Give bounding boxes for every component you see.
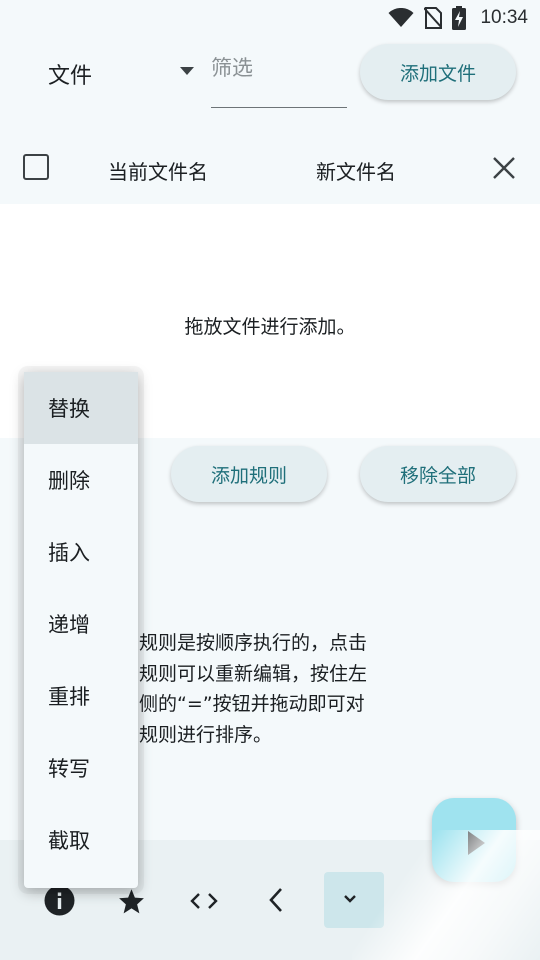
status-bar: 10:34 — [0, 0, 540, 36]
file-table-header: 当前文件名 新文件名 — [0, 132, 540, 204]
menu-item-increment[interactable]: 递增 — [24, 588, 138, 660]
add-rule-button[interactable]: 添加规则 — [171, 446, 327, 502]
menu-item-insert[interactable]: 插入 — [24, 516, 138, 588]
type-select[interactable]: 文件 — [48, 58, 92, 90]
rules-help-line: 侧的“=”按钮并拖动即可对 — [139, 693, 365, 715]
menu-item-transcribe[interactable]: 转写 — [24, 732, 138, 804]
rules-help-line: 规则是按顺序执行的，点击 — [139, 632, 368, 654]
column-new-name: 新文件名 — [316, 160, 396, 184]
battery-charging-icon — [452, 6, 467, 30]
no-sim-icon — [424, 7, 443, 29]
chevron-left-icon[interactable] — [268, 887, 284, 913]
filter-input[interactable] — [211, 56, 347, 80]
remove-all-button[interactable]: 移除全部 — [360, 446, 516, 502]
empty-files-message: 拖放文件进行添加。 — [184, 316, 356, 338]
rule-type-menu: 替换 删除 插入 递增 重排 转写 截取 — [24, 372, 138, 888]
close-icon[interactable] — [492, 156, 516, 180]
star-icon[interactable] — [118, 888, 145, 914]
status-time: 10:34 — [480, 7, 528, 28]
column-current-name: 当前文件名 — [108, 160, 208, 184]
menu-item-replace[interactable]: 替换 — [24, 372, 138, 444]
rules-help-line: 规则可以重新编辑，按住左 — [139, 662, 368, 685]
dropdown-arrow-icon[interactable] — [178, 66, 196, 76]
menu-item-truncate[interactable]: 截取 — [24, 804, 138, 876]
wifi-icon — [388, 8, 414, 27]
select-all-checkbox[interactable] — [23, 154, 49, 180]
rules-help-line: 规则进行排序。 — [139, 723, 273, 746]
play-icon — [468, 831, 485, 855]
info-icon[interactable] — [44, 885, 75, 916]
run-fab[interactable] — [432, 798, 516, 882]
rules-help-text: 规则是按顺序执行的，点击 规则可以重新编辑，按住左 侧的“=”按钮并拖动即可对 … — [139, 628, 409, 750]
code-icon[interactable] — [189, 892, 219, 910]
menu-item-reorder[interactable]: 重排 — [24, 660, 138, 732]
chevron-down-icon — [344, 895, 356, 903]
filter-field — [211, 56, 347, 108]
top-bar: 文件 添加文件 — [0, 36, 540, 116]
menu-item-delete[interactable]: 删除 — [24, 444, 138, 516]
chevron-down-button[interactable] — [324, 872, 384, 928]
add-file-button[interactable]: 添加文件 — [360, 44, 516, 100]
